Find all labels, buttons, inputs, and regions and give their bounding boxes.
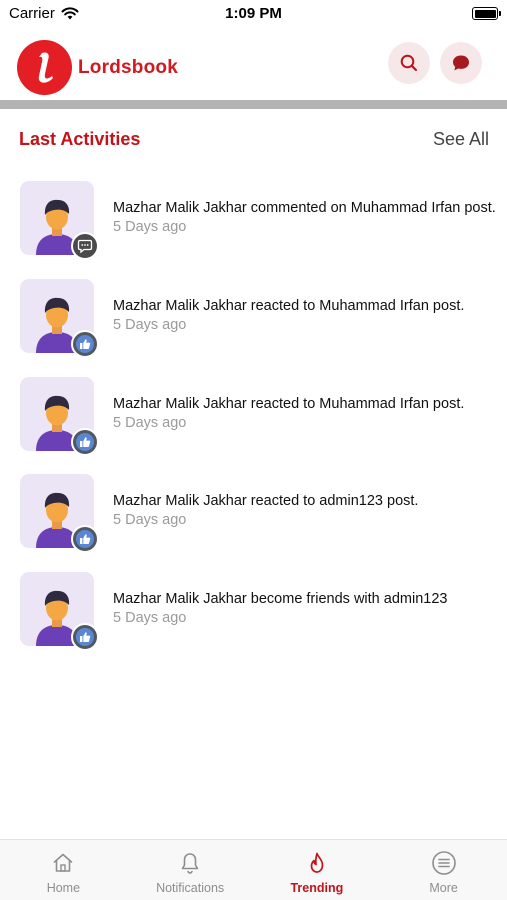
activity-badge [71, 525, 99, 553]
activity-text: Mazhar Malik Jakhar become friends with … [113, 591, 448, 607]
status-bar: Carrier 1:09 PM [0, 0, 507, 30]
activity-item[interactable]: Mazhar Malik Jakhar reacted to Muhammad … [0, 279, 507, 359]
see-all-link[interactable]: See All [433, 129, 489, 150]
activity-item[interactable]: Mazhar Malik Jakhar become friends with … [0, 572, 507, 652]
tab-label: Notifications [156, 881, 225, 895]
tab-more[interactable]: More [380, 840, 507, 900]
tab-home[interactable]: Home [0, 840, 127, 900]
thumbs-up-icon [80, 534, 91, 544]
app-logo[interactable]: Lordsbook [17, 40, 178, 95]
menu-icon [431, 851, 456, 875]
app-name: Lordsbook [78, 56, 178, 78]
activity-text: Mazhar Malik Jakhar reacted to admin123 … [113, 493, 419, 509]
section-title: Last Activities [19, 129, 141, 149]
thumbs-up-icon [80, 339, 91, 349]
activity-badge [71, 623, 99, 651]
chat-bubble-icon [453, 55, 469, 71]
thumbs-up-icon [80, 632, 91, 642]
activity-time: 5 Days ago [113, 512, 187, 528]
tab-trending[interactable]: Trending [254, 840, 381, 900]
activity-item[interactable]: Mazhar Malik Jakhar commented on Muhamma… [0, 181, 507, 261]
flame-icon [310, 852, 324, 873]
search-icon [400, 54, 418, 72]
activity-time: 5 Days ago [113, 219, 187, 235]
activity-time: 5 Days ago [113, 610, 187, 626]
activity-badge [71, 232, 99, 260]
status-time: 1:09 PM [225, 5, 282, 22]
tab-label: More [429, 881, 458, 895]
activity-badge [71, 330, 99, 358]
header-divider [0, 100, 507, 109]
activity-time: 5 Days ago [113, 415, 187, 431]
tab-label: Home [46, 881, 81, 895]
search-button[interactable] [388, 42, 430, 84]
bell-icon [181, 853, 199, 874]
activity-time: 5 Days ago [113, 317, 187, 333]
activity-text: Mazhar Malik Jakhar reacted to Muhammad … [113, 396, 465, 412]
home-icon [54, 853, 73, 872]
battery-icon [472, 7, 501, 20]
activity-item[interactable]: Mazhar Malik Jakhar reacted to admin123 … [0, 474, 507, 554]
comment-icon [77, 239, 93, 254]
messages-button[interactable] [440, 42, 482, 84]
activity-badge [71, 428, 99, 456]
logo-icon [17, 40, 72, 95]
activity-item[interactable]: Mazhar Malik Jakhar reacted to Muhammad … [0, 377, 507, 457]
activity-text: Mazhar Malik Jakhar reacted to Muhammad … [113, 298, 465, 314]
bottom-tab-bar: Home Notifications Trending More [0, 839, 507, 900]
tab-label: Trending [290, 881, 344, 895]
thumbs-up-icon [80, 437, 91, 447]
activity-text: Mazhar Malik Jakhar commented on Muhamma… [113, 200, 496, 216]
tab-notifications[interactable]: Notifications [127, 840, 254, 900]
app-header: Lordsbook [0, 36, 507, 98]
